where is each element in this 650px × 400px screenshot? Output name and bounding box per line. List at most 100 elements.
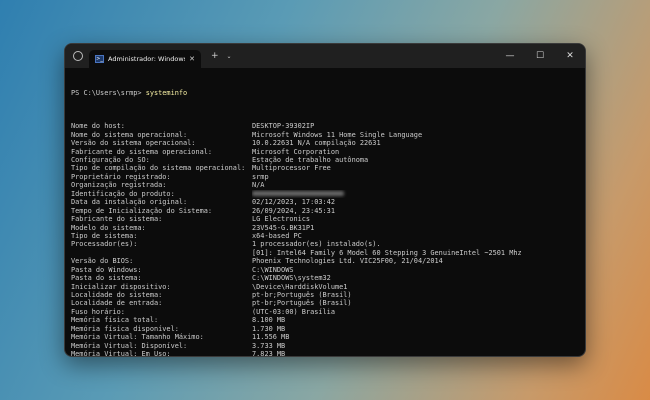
output-label: Localidade do sistema:: [71, 291, 163, 300]
output-line: Fuso horário: (UTC-03:00) Brasília: [71, 308, 579, 316]
output-label: Organização registrada:: [71, 181, 167, 190]
output-label: Tipo de sistema:: [71, 231, 138, 240]
output-label: Memória física total:: [71, 316, 159, 325]
output-value: (UTC-03:00) Brasília: [252, 307, 335, 316]
output-label: Memória Virtual: Tamanho Máximo:: [71, 333, 204, 342]
output-value: pt-br;Português (Brasil): [252, 291, 352, 300]
output-line: Versão do sistema operacional: 10.0.22631…: [71, 139, 579, 147]
minimize-button[interactable]: —: [495, 51, 525, 61]
output-value: pt-br;Português (Brasil): [252, 299, 352, 308]
output-label: Proprietário registrado:: [71, 172, 171, 181]
output-label: Processador(es):: [71, 240, 138, 249]
output-label: Memória Virtual: Em Uso:: [71, 350, 171, 357]
output-value: [252, 190, 579, 198]
output-label: Memória Virtual: Disponível:: [71, 341, 188, 350]
output-line: Pasta do sistema: C:\WINDOWS\system32: [71, 274, 579, 282]
output-line: Memória Virtual: Em Uso: 7.823 MB: [71, 350, 579, 357]
title-bar: >_ Administrador: Windows Pow ✕ + ⌄ — ☐ …: [65, 44, 585, 68]
output-label: Tempo de Inicialização do Sistema:: [71, 206, 213, 215]
output-value: 26/09/2024, 23:45:31: [252, 206, 335, 215]
terminal-app-icon: [73, 51, 83, 61]
output-value: Phoenix Technologies Ltd. VIC25F00, 21/0…: [252, 257, 443, 266]
output-line: Identificação do produto:: [71, 190, 579, 198]
output-line: Data da instalação original: 02/12/2023, …: [71, 198, 579, 206]
output-line: Inicializar dispositivo: \Device\Harddisk…: [71, 283, 579, 291]
output-label: Nome do sistema operacional:: [71, 130, 188, 139]
output-line: Processador(es): 1 processador(es) instal…: [71, 240, 579, 248]
output-line: Memória física total: 8.100 MB: [71, 316, 579, 324]
output-label: Fabricante do sistema operacional:: [71, 147, 213, 156]
output-value: C:\WINDOWS: [252, 265, 294, 274]
output-label: Memória física disponível:: [71, 324, 179, 333]
output-value: LG Electronics: [252, 215, 311, 224]
tab-administrator-powershell[interactable]: >_ Administrador: Windows Pow ✕: [89, 50, 201, 68]
output-value: 11.556 MB: [252, 333, 290, 342]
command-text: systeminfo: [145, 88, 188, 97]
console-output[interactable]: PS C:\Users\srmp> systeminfo Nome do hos…: [65, 68, 585, 357]
systeminfo-output: Nome do host: DESKTOP-39302IP Nome do sist…: [71, 122, 579, 357]
new-tab-button[interactable]: +: [211, 51, 219, 61]
output-value: x64-based PC: [252, 231, 302, 240]
output-value: 23V545-G.BK31P1: [252, 223, 315, 232]
output-value: 02/12/2023, 17:03:42: [252, 198, 335, 207]
output-label: Pasta do Windows:: [71, 265, 142, 274]
output-label: Nome do host:: [71, 122, 125, 131]
output-value: [01]: Intel64 Family 6 Model 60 Stepping…: [252, 248, 522, 257]
output-line: Modelo do sistema: 23V545-G.BK31P1: [71, 224, 579, 232]
output-line: Fabricante do sistema operacional: Micros…: [71, 148, 579, 156]
output-label: Pasta do sistema:: [71, 274, 142, 283]
output-value: 8.100 MB: [252, 316, 286, 325]
output-line: Nome do sistema operacional: Microsoft Wi…: [71, 131, 579, 139]
output-value: 7.823 MB: [252, 350, 286, 357]
output-label: [71, 249, 252, 257]
output-line: Memória Virtual: Disponível: 3.733 MB: [71, 342, 579, 350]
output-value: 10.0.22631 N/A compilação 22631: [252, 139, 381, 148]
output-line: Tipo de compilação do sistema operaciona…: [71, 164, 579, 172]
output-line: Tempo de Inicialização do Sistema: 26/09/…: [71, 207, 579, 215]
output-line: Configuração do SO: Estação de trabalho a…: [71, 156, 579, 164]
tab-close-icon[interactable]: ✕: [189, 55, 195, 63]
output-label: Tipo de compilação do sistema operaciona…: [71, 164, 246, 173]
output-value: Multiprocessor Free: [252, 164, 331, 173]
output-value: 1 processador(es) instalado(s).: [252, 240, 381, 249]
prompt: PS C:\Users\srmp>: [71, 88, 142, 97]
output-label: Modelo do sistema:: [71, 223, 146, 232]
output-line: Fabricante do sistema: LG Electronics: [71, 215, 579, 223]
output-line: Memória Virtual: Tamanho Máximo: 11.556 M…: [71, 333, 579, 341]
output-label: Localidade de entrada:: [71, 299, 163, 308]
output-label: Configuração do SO:: [71, 156, 150, 165]
output-value: Estação de trabalho autônoma: [252, 156, 369, 165]
output-value: C:\WINDOWS\system32: [252, 274, 331, 283]
output-line: Organização registrada: N/A: [71, 181, 579, 189]
output-line: Tipo de sistema: x64-based PC: [71, 232, 579, 240]
output-label: Identificação do produto:: [71, 189, 175, 198]
output-label: Data da instalação original:: [71, 198, 188, 207]
output-line: Localidade do sistema: pt-br;Português (B…: [71, 291, 579, 299]
output-line: Localidade de entrada: pt-br;Português (B…: [71, 299, 579, 307]
redacted-value: [252, 191, 344, 197]
powershell-icon: >_: [95, 55, 104, 63]
close-button[interactable]: ✕: [555, 51, 585, 61]
terminal-window: >_ Administrador: Windows Pow ✕ + ⌄ — ☐ …: [64, 43, 586, 357]
output-value: DESKTOP-39302IP: [252, 122, 315, 131]
output-value: 1.730 MB: [252, 324, 286, 333]
output-label: Versão do BIOS:: [71, 257, 134, 266]
output-value: 3.733 MB: [252, 341, 286, 350]
output-line: Versão do BIOS: Phoenix Technologies Ltd.…: [71, 257, 579, 265]
output-value: srmp: [252, 172, 269, 181]
maximize-button[interactable]: ☐: [525, 51, 555, 61]
output-label: Inicializar dispositivo:: [71, 282, 171, 291]
output-value: Microsoft Corporation: [252, 147, 340, 156]
output-value: Microsoft Windows 11 Home Single Languag…: [252, 130, 423, 139]
output-line: Memória física disponível: 1.730 MB: [71, 325, 579, 333]
output-line: Pasta do Windows: C:\WINDOWS: [71, 266, 579, 274]
output-line: [01]: Intel64 Family 6 Model 60 Stepping…: [71, 249, 579, 257]
output-label: Fabricante do sistema:: [71, 215, 163, 224]
tab-dropdown-button[interactable]: ⌄: [227, 53, 232, 60]
prompt-line: PS C:\Users\srmp> systeminfo: [71, 89, 579, 97]
window-controls: — ☐ ✕: [495, 44, 585, 68]
output-label: Fuso horário:: [71, 307, 125, 316]
output-line: Nome do host: DESKTOP-39302IP: [71, 122, 579, 130]
tab-title: Administrador: Windows Pow: [108, 55, 186, 63]
output-value: \Device\HarddiskVolume1: [252, 282, 348, 291]
